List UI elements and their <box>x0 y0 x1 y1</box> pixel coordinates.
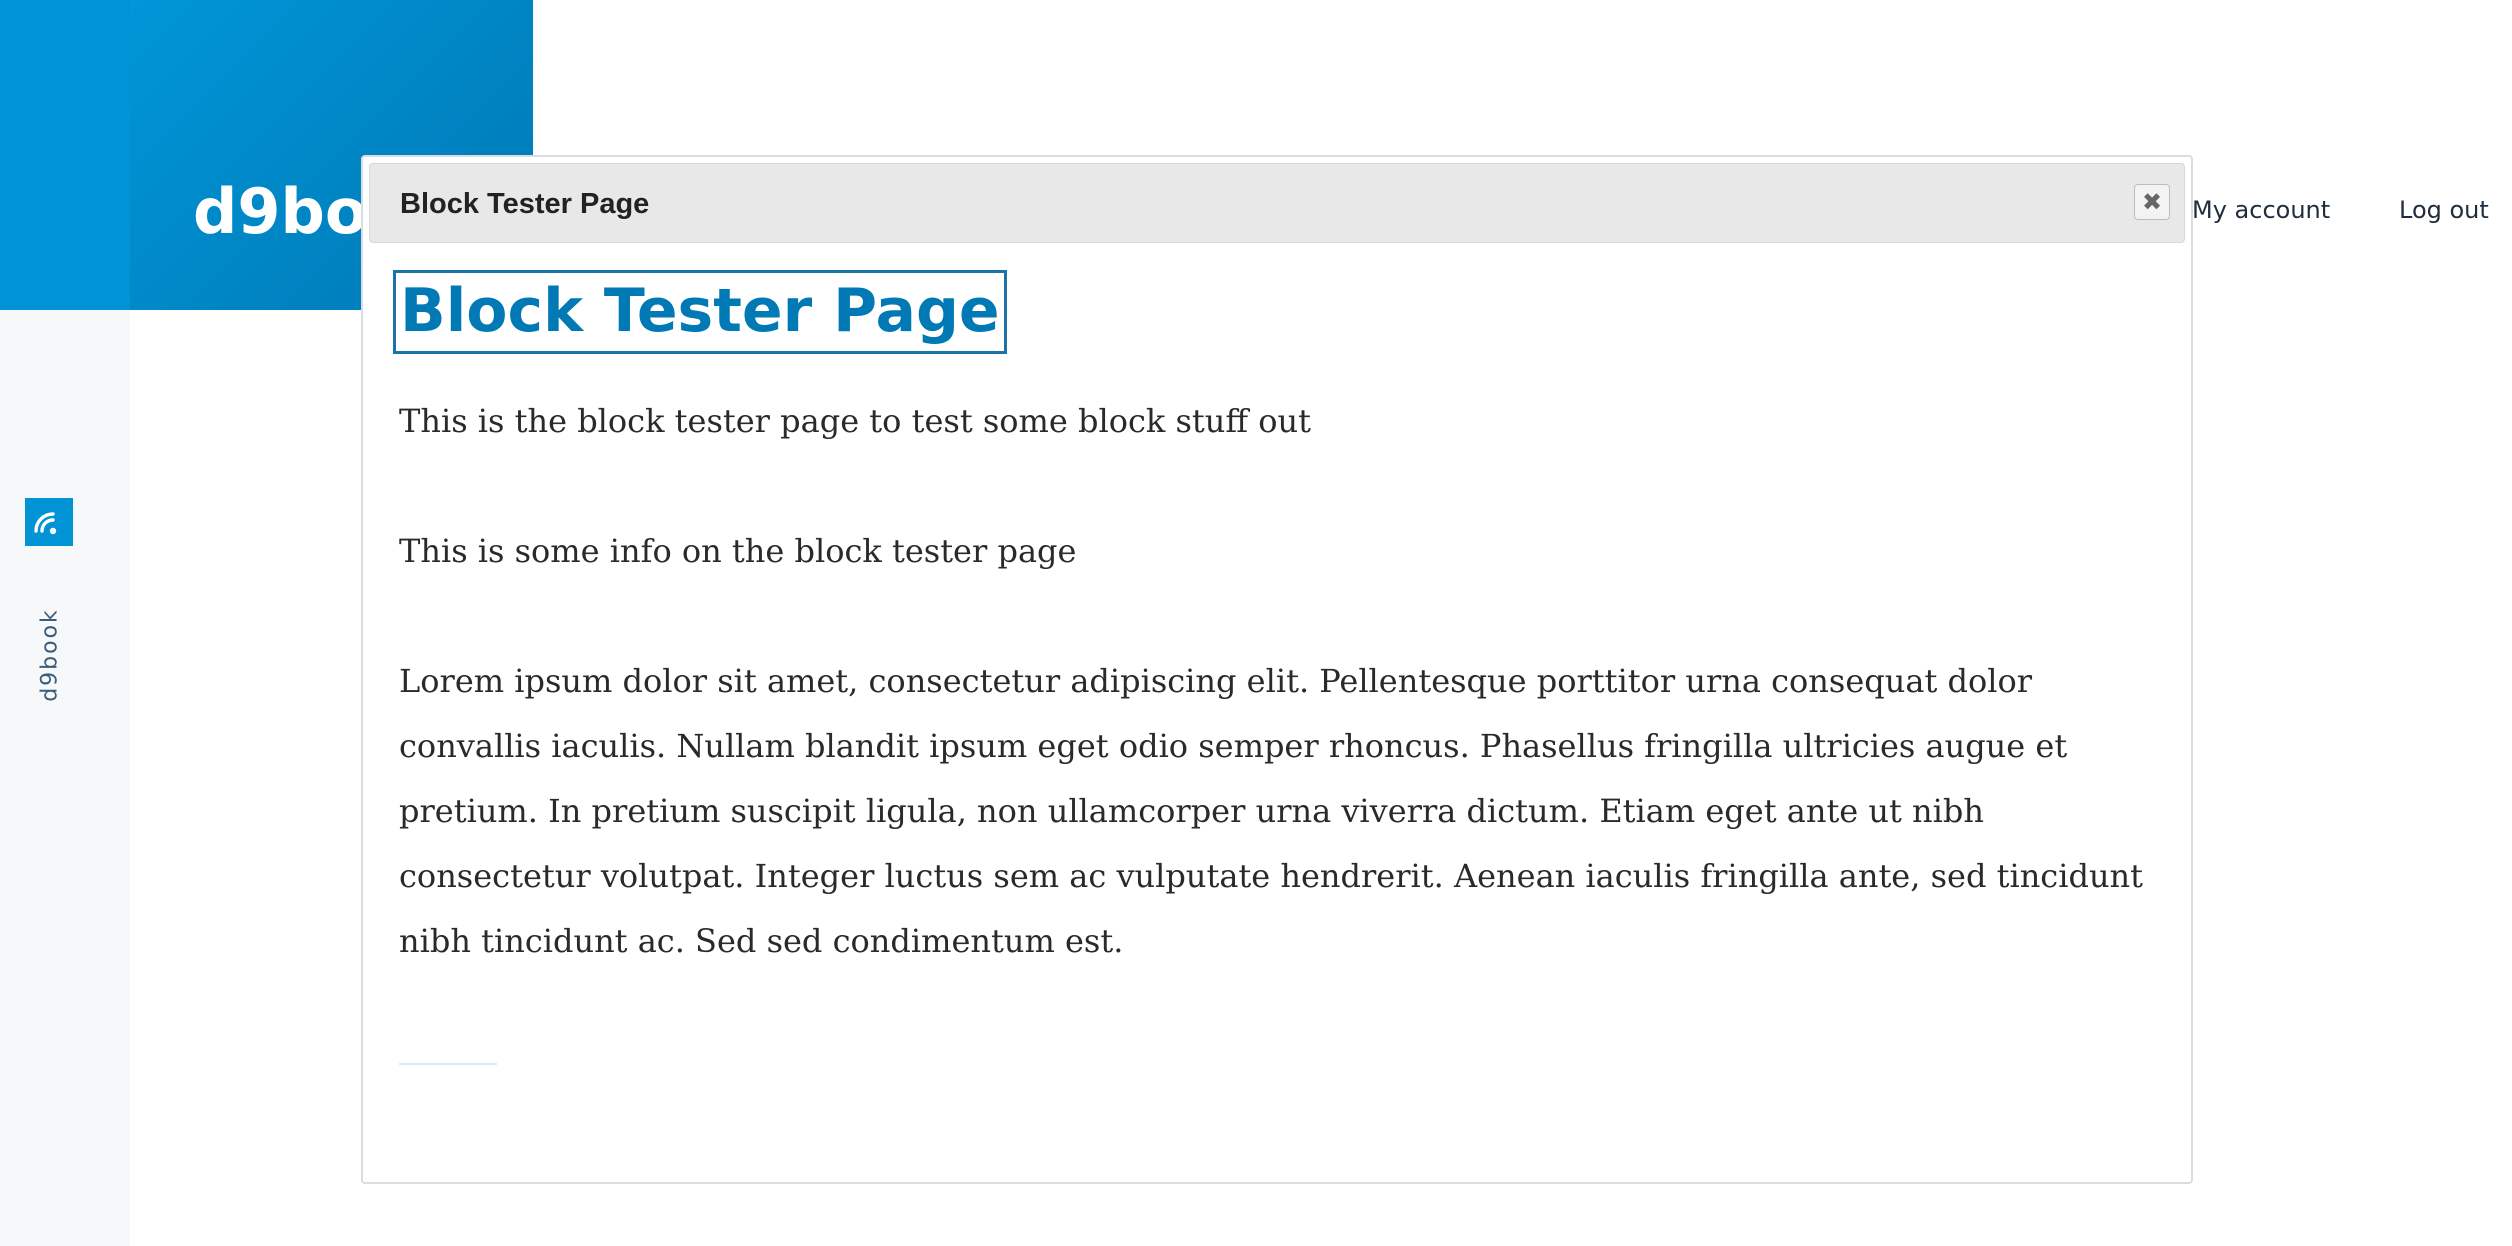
nav-link-log-out[interactable]: Log out <box>2399 196 2489 224</box>
left-strip-header <box>0 0 130 310</box>
dialog-titlebar[interactable]: Block Tester Page ✖ <box>369 163 2185 243</box>
left-toolbar-strip: d9book <box>0 0 130 1246</box>
page-title[interactable]: Block Tester Page <box>393 270 1007 354</box>
nav-link-my-account[interactable]: My account <box>2192 196 2330 224</box>
close-icon[interactable]: ✖ <box>2134 184 2170 220</box>
vertical-site-label[interactable]: d9book <box>38 608 63 702</box>
body-paragraph-3: Lorem ipsum dolor sit amet, consectetur … <box>399 662 2144 960</box>
body-paragraph-1: This is the block tester page to test so… <box>399 402 1311 440</box>
rss-glyph <box>34 512 57 535</box>
modal-dialog: Block Tester Page ✖ Block Tester Page Th… <box>361 155 2193 1184</box>
body-paragraph-2: This is some info on the block tester pa… <box>399 532 1077 570</box>
rss-feed-icon[interactable] <box>25 498 73 546</box>
dialog-title: Block Tester Page <box>400 188 650 220</box>
content-divider <box>399 1063 497 1065</box>
